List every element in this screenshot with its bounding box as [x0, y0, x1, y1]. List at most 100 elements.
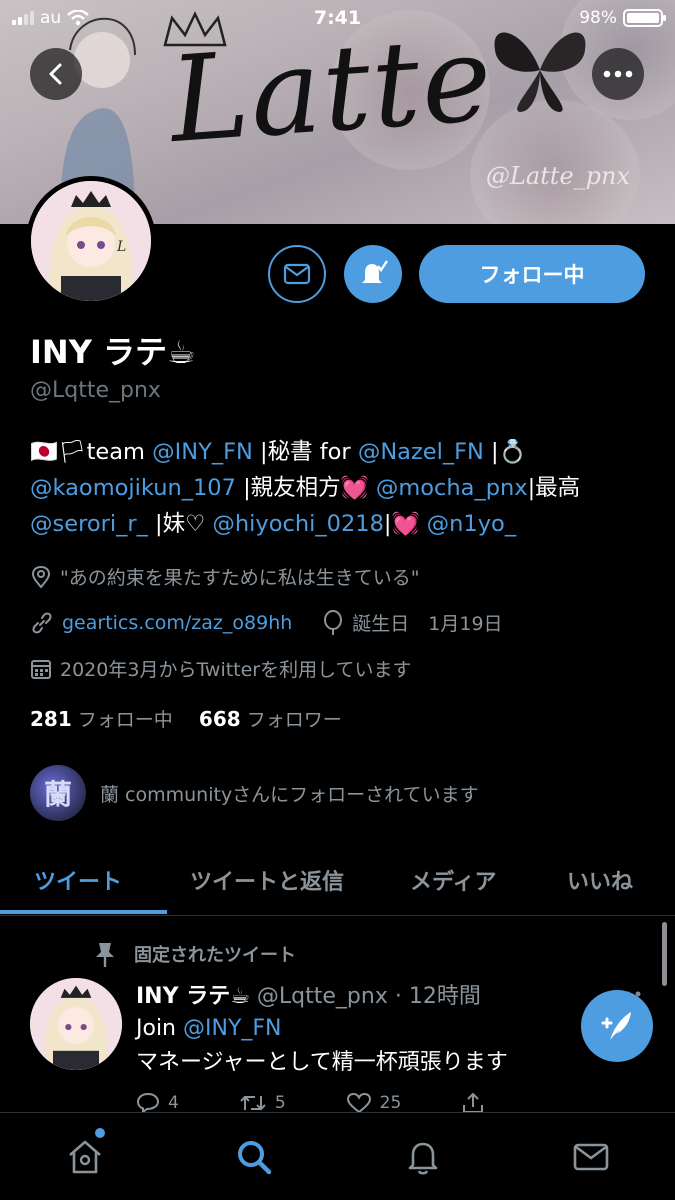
reply-icon [136, 1092, 160, 1114]
bio-text: |💓 [383, 511, 427, 537]
pinned-text: 固定されたツイート [134, 945, 296, 966]
following-button[interactable]: フォロー中 [419, 245, 645, 303]
followed-by-row[interactable]: 蘭 蘭 communityさんにフォローされています [30, 765, 479, 821]
back-button[interactable] [30, 48, 82, 100]
follower-avatar: 蘭 [30, 765, 86, 821]
bio-line: 🇯🇵🏳team @INY_FN |秘書 for @Nazel_FN |💍 [30, 434, 650, 470]
bio-text: |親友相方💓 [235, 475, 376, 501]
tab-tweets-and-replies[interactable]: ツイートと返信 [190, 864, 344, 896]
bio-mention-link[interactable]: @serori_r_ [30, 511, 148, 537]
tab-home[interactable] [63, 1135, 107, 1179]
birthday-text: 誕生日 1月19日 [352, 613, 503, 635]
bottom-tab-bar [0, 1112, 675, 1200]
bio-mention-link[interactable]: @mocha_pnx [376, 475, 528, 501]
back-icon [49, 63, 62, 85]
scrollbar[interactable] [662, 922, 667, 986]
bio-mention-link[interactable]: @Nazel_FN [358, 439, 484, 465]
followers-label: フォロワー [246, 709, 342, 731]
profile-website-row: geartics.com/zaz_o89hh 誕生日 1月19日 [30, 609, 503, 636]
home-icon [69, 1140, 101, 1174]
compose-icon [601, 1012, 631, 1040]
profile-joined: 2020年3月からTwitterを利用しています [30, 655, 412, 682]
bio-mention-link[interactable]: @INY_FN [152, 439, 253, 465]
reply-button[interactable]: 4 [136, 1092, 179, 1114]
calendar-icon [31, 659, 51, 679]
followed-by-text: 蘭 communityさんにフォローされています [100, 783, 479, 806]
tab-search[interactable] [232, 1135, 276, 1179]
following-count: 281 [30, 707, 72, 731]
active-tab-indicator [0, 910, 167, 914]
profile-tabs: ツイート ツイートと返信 メディア いいね [0, 850, 675, 916]
bio-text: |妹♡ [147, 511, 213, 537]
profile-bio: 🇯🇵🏳team @INY_FN |秘書 for @Nazel_FN |💍 @kao… [30, 434, 650, 542]
messages-icon [573, 1143, 609, 1171]
retweet-count: 5 [274, 1093, 286, 1113]
share-button[interactable] [461, 1092, 485, 1114]
tab-media[interactable]: メディア [410, 864, 496, 896]
retweet-icon [240, 1095, 266, 1111]
more-icon [603, 70, 633, 78]
balloon-icon [324, 609, 343, 635]
location-text: "あの約束を果たすために私は生きている" [60, 567, 420, 589]
like-icon [346, 1092, 371, 1114]
follow-counts: 281 フォロー中 668 フォロワー [30, 705, 342, 732]
bio-text: |💍 [483, 439, 527, 465]
profile-avatar[interactable]: L [26, 176, 156, 306]
tweet-text-prefix: Join [136, 1016, 183, 1041]
notifications-toggle-button[interactable] [344, 245, 402, 303]
search-icon [238, 1141, 272, 1175]
home-unread-dot [95, 1128, 105, 1138]
location-icon [31, 565, 51, 589]
pinned-label: 固定されたツイート [92, 940, 296, 968]
bio-text: 🇯🇵🏳team [30, 439, 153, 465]
tweet-header: INY ラテ☕ @Lqtte_pnx · 12時間 [136, 978, 481, 1010]
following-count-link[interactable]: 281 フォロー中 [30, 707, 173, 731]
tweet-avatar-illustration [30, 978, 122, 1070]
tab-tweets[interactable]: ツイート [34, 864, 122, 896]
tweet-avatar[interactable] [30, 978, 122, 1070]
avatar-signature: L [116, 239, 126, 255]
bio-text: |秘書 for [252, 439, 358, 465]
following-label: フォロー中 [77, 709, 173, 731]
notifications-icon [408, 1142, 438, 1175]
retweet-button[interactable]: 5 [239, 1092, 286, 1114]
battery-icon [623, 9, 666, 27]
profile-handle: @Lqtte_pnx [30, 378, 161, 403]
followers-count-link[interactable]: 668 フォロワー [198, 707, 342, 731]
bell-icon [362, 260, 388, 283]
followers-count: 668 [198, 707, 241, 731]
clock: 7:41 [313, 7, 362, 29]
tweet-author-name: INY ラテ☕ [136, 984, 250, 1009]
website-link[interactable]: geartics.com/zaz_o89hh [62, 612, 292, 634]
bio-line: @serori_r_ |妹♡ @hiyochi_0218|💓 @n1yo_ [30, 506, 650, 542]
profile-location: "あの約束を果たすために私は生きている" [30, 563, 419, 590]
tweet-mention[interactable]: @INY_FN [183, 1016, 282, 1041]
compose-tweet-button[interactable] [581, 990, 653, 1062]
bio-line: @kaomojikun_107 |親友相方💓 @mocha_pnx|最高 [30, 470, 650, 506]
joined-text: 2020年3月からTwitterを利用しています [60, 659, 412, 681]
message-button[interactable] [268, 245, 326, 303]
tweet-text-line2: マネージャーとして精一杯頑張ります [136, 1050, 508, 1075]
share-icon [463, 1092, 484, 1113]
tab-messages[interactable] [569, 1135, 613, 1179]
tweet-actions: 4 5 25 [136, 1092, 485, 1114]
bio-mention-link[interactable]: @n1yo_ [427, 511, 516, 537]
status-bar: au 7:41 98% [0, 0, 675, 38]
link-icon [32, 612, 52, 633]
bio-mention-link[interactable]: @kaomojikun_107 [30, 475, 236, 501]
tweet-meta: @Lqtte_pnx · 12時間 [249, 984, 481, 1009]
more-options-button[interactable] [592, 48, 644, 100]
tweet-body[interactable]: Join @INY_FN マネージャーとして精一杯頑張ります [136, 1012, 508, 1080]
banner-watermark: @Latte_pnx [485, 162, 630, 190]
like-button[interactable]: 25 [346, 1092, 402, 1114]
like-count: 25 [379, 1093, 402, 1113]
tab-notifications[interactable] [401, 1135, 445, 1179]
bio-text: |最高 [527, 475, 581, 501]
tab-likes[interactable]: いいね [567, 864, 633, 896]
reply-count: 4 [168, 1093, 179, 1113]
mail-icon [283, 263, 311, 285]
battery-percent: 98% [579, 8, 617, 28]
bio-mention-link[interactable]: @hiyochi_0218 [212, 511, 384, 537]
battery-info: 98% [579, 8, 666, 28]
avatar-illustration: L [31, 181, 151, 301]
